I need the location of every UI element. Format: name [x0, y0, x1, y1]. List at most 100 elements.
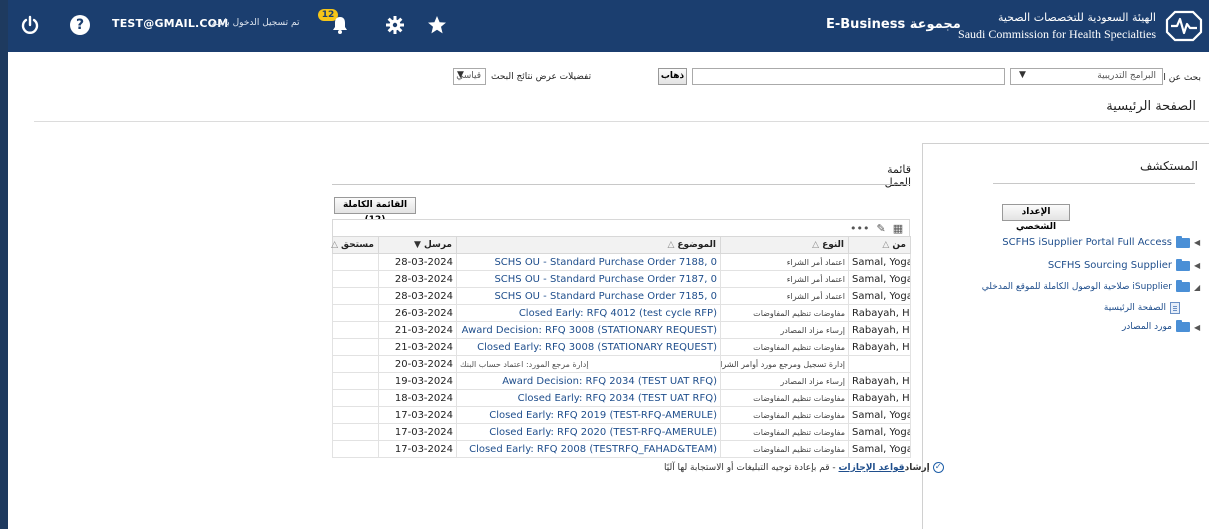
cell-due [332, 338, 379, 356]
cell-type: إدارة تسجيل ومرجع مورد أوامر الشراء [720, 355, 849, 373]
cell-from: Samal, Yoga [848, 270, 911, 288]
nav-item-sourcing-supplier[interactable]: SCFHS Sourcing Supplier ◀ [1047, 258, 1200, 271]
cell-sent: 17-03-2024 [378, 423, 457, 441]
cell-from: Rabayah, Hani [848, 338, 911, 356]
cell-sent: 21-03-2024 [378, 321, 457, 339]
cell-sent: 17-03-2024 [378, 406, 457, 424]
cell-due [332, 372, 379, 390]
full-list-button[interactable]: القائمة الكاملة (12) [334, 197, 416, 225]
navigator-title: المستكشف [1139, 159, 1198, 173]
cell-subject-link[interactable]: SCHS OU - Standard Purchase Order 7188, … [456, 253, 721, 271]
cell-type: مفاوضات تنظيم المفاوضات [720, 304, 849, 322]
table-header-row: من△ النوع△ الموضوع△ مرسل▼ مستحق△ [331, 236, 911, 254]
cell-subject-link[interactable]: SCHS OU - Standard Purchase Order 7187, … [456, 270, 721, 288]
column-header-sent[interactable]: مرسل▼ [378, 236, 457, 254]
expand-arrow-icon[interactable]: ◀ [1194, 238, 1200, 247]
nav-item-label: SCFHS iSupplier Portal Full Access [1002, 237, 1172, 248]
column-header-type[interactable]: النوع△ [720, 236, 849, 254]
search-prefs-label: تفضيلات عرض نتائج البحث [491, 72, 592, 82]
cell-subject-link[interactable]: Closed Early: RFQ 2020 (TEST-RFQ-AMERULE… [456, 423, 721, 441]
nav-item-sourcing-supplier-ar[interactable]: مورد المصادر ◀ [1121, 320, 1200, 332]
cell-type: مفاوضات تنظيم المفاوضات [720, 389, 849, 407]
global-header: ? TEST@GMAIL.COM تم تسجيل الدخول باسم 12… [8, 0, 1209, 52]
nav-item-isupplier-portal[interactable]: SCFHS iSupplier Portal Full Access ◀ [1002, 235, 1200, 248]
cell-subject-link[interactable]: Closed Early: RFQ 2008 (TESTRFQ_FAHAD&TE… [456, 440, 721, 458]
table-row: Samal, Yoga اعتماد أمر الشراء SCHS OU - St… [332, 270, 911, 288]
column-header-from[interactable]: من△ [848, 236, 911, 254]
search-scope-select[interactable]: البرامج التدريبية ▼ [1010, 68, 1163, 85]
org-name-english: Saudi Commission for Health Specialties [958, 27, 1156, 41]
cell-due [332, 304, 379, 322]
table-row: Rabayah, Haniمفاوضات تنظيم المفاوضاتClos… [332, 338, 911, 356]
cell-from: Samal, Yoga [848, 406, 911, 424]
nav-item-label: صلاحية الوصول الكاملة للموقع المدخلي iSu… [981, 282, 1172, 292]
column-header-subject[interactable]: الموضوع△ [456, 236, 721, 254]
expanded-arrow-icon[interactable]: ◢ [1194, 283, 1200, 292]
table-row: Samal, Yoga اعتماد أمر الشراء SCHS OU - St… [332, 253, 911, 271]
page-title: الصفحة الرئيسية [1106, 99, 1196, 114]
cell-from [848, 355, 911, 373]
cell-subject-link[interactable]: Closed Early: RFQ 3008 (STATIONARY REQUE… [456, 338, 721, 356]
bell-icon[interactable] [328, 13, 352, 37]
navigator-panel: المستكشف الإعداد الشخصي SCFHS iSupplier … [922, 143, 1209, 529]
edit-pencil-icon[interactable]: ✎ [876, 222, 885, 235]
table-row: Samal, Yoga مفاوضات تنظيم المفاوضات Closed… [332, 423, 911, 441]
cell-subject-link[interactable]: Closed Early: RFQ 2019 (TEST-RFQ-AMERULE… [456, 406, 721, 424]
folder-icon [1176, 280, 1190, 292]
search-input[interactable] [692, 68, 1005, 85]
cell-from: Rabayah, Hani [848, 372, 911, 390]
nav-item-label: مورد المصادر [1121, 322, 1172, 332]
folder-icon [1176, 320, 1190, 332]
nav-item-home-page[interactable]: الصفحة الرئيسية [1104, 302, 1180, 314]
logout-icon[interactable] [18, 13, 42, 37]
search-scope-value: البرامج التدريبية [1097, 71, 1156, 81]
check-circle-icon: ✓ [932, 462, 944, 473]
cell-subject-link[interactable]: Award Decision: RFQ 2034 (TEST UAT RFQ) [456, 372, 721, 390]
nav-item-isupplier-full-access[interactable]: صلاحية الوصول الكاملة للموقع المدخلي iSu… [981, 280, 1200, 292]
cell-subject-link[interactable]: Closed Early: RFQ 4012 (test cycle RFP) [456, 304, 721, 322]
column-header-due[interactable]: مستحق△ [331, 236, 379, 254]
cell-subject-link[interactable]: Award Decision: RFQ 3008 (STATIONARY REQ… [456, 321, 721, 339]
go-button[interactable]: ذهاب [658, 68, 687, 85]
cell-type: اعتماد أمر الشراء [720, 270, 849, 288]
cell-due [332, 406, 379, 424]
help-icon[interactable]: ? [68, 13, 92, 37]
page-icon [1170, 302, 1180, 314]
favorites-star-icon[interactable] [425, 13, 449, 37]
vacation-rules-link[interactable]: قواعد الإجازات [839, 463, 905, 473]
cell-due [332, 270, 379, 288]
divider [34, 121, 1209, 122]
search-prefs-select[interactable]: قياسي ▼ [453, 68, 486, 85]
personalize-button[interactable]: الإعداد الشخصي [1002, 204, 1070, 232]
ebusiness-suite-title: مجموعة E-Business [826, 17, 961, 32]
more-icon[interactable]: ••• [850, 222, 869, 235]
divider [993, 183, 1195, 184]
cell-due [332, 389, 379, 407]
tip-text: - قم بإعادة توجيه التبليغات أو الاستجابة… [664, 463, 839, 473]
cell-type: مفاوضات تنظيم المفاوضات [720, 338, 849, 356]
cell-due [332, 355, 379, 373]
table-row: إدارة تسجيل ومرجع مورد أوامر الشراء إدارة… [332, 355, 911, 373]
chevron-down-icon: ▼ [1019, 70, 1026, 80]
expand-arrow-icon[interactable]: ◀ [1194, 323, 1200, 332]
folder-icon [1176, 235, 1190, 248]
cell-subject-link: إدارة مرجع المورد: اعتماد حساب البنك [456, 355, 721, 373]
table-row: Samal, Yoga اعتماد أمر الشراء SCHS OU - St… [332, 287, 911, 305]
cell-from: Samal, Yoga [848, 423, 911, 441]
cell-sent: 19-03-2024 [378, 372, 457, 390]
cell-from: Samal, Yoga [848, 287, 911, 305]
cell-subject-link[interactable]: SCHS OU - Standard Purchase Order 7185, … [456, 287, 721, 305]
nav-item-label: SCFHS Sourcing Supplier [1047, 260, 1172, 271]
cell-type: مفاوضات تنظيم المفاوضات [720, 440, 849, 458]
expand-arrow-icon[interactable]: ◀ [1194, 261, 1200, 270]
cell-type: إرساء مزاد المصادر [720, 372, 849, 390]
cell-from: Samal, Yoga [848, 440, 911, 458]
freeze-columns-icon[interactable]: ▦ [893, 222, 903, 235]
logged-in-as-label: تم تسجيل الدخول باسم [211, 18, 300, 28]
cell-due [332, 440, 379, 458]
cell-subject-link[interactable]: Closed Early: RFQ 2034 (TEST UAT RFQ) [456, 389, 721, 407]
table-row: Samal, Yoga مفاوضات تنظيم المفاوضات Closed… [332, 406, 911, 424]
table-row: Samal, Yoga مفاوضات تنظيم المفاوضات Closed… [332, 440, 911, 458]
cell-from: Samal, Yoga [848, 253, 911, 271]
gear-icon[interactable] [383, 13, 407, 37]
